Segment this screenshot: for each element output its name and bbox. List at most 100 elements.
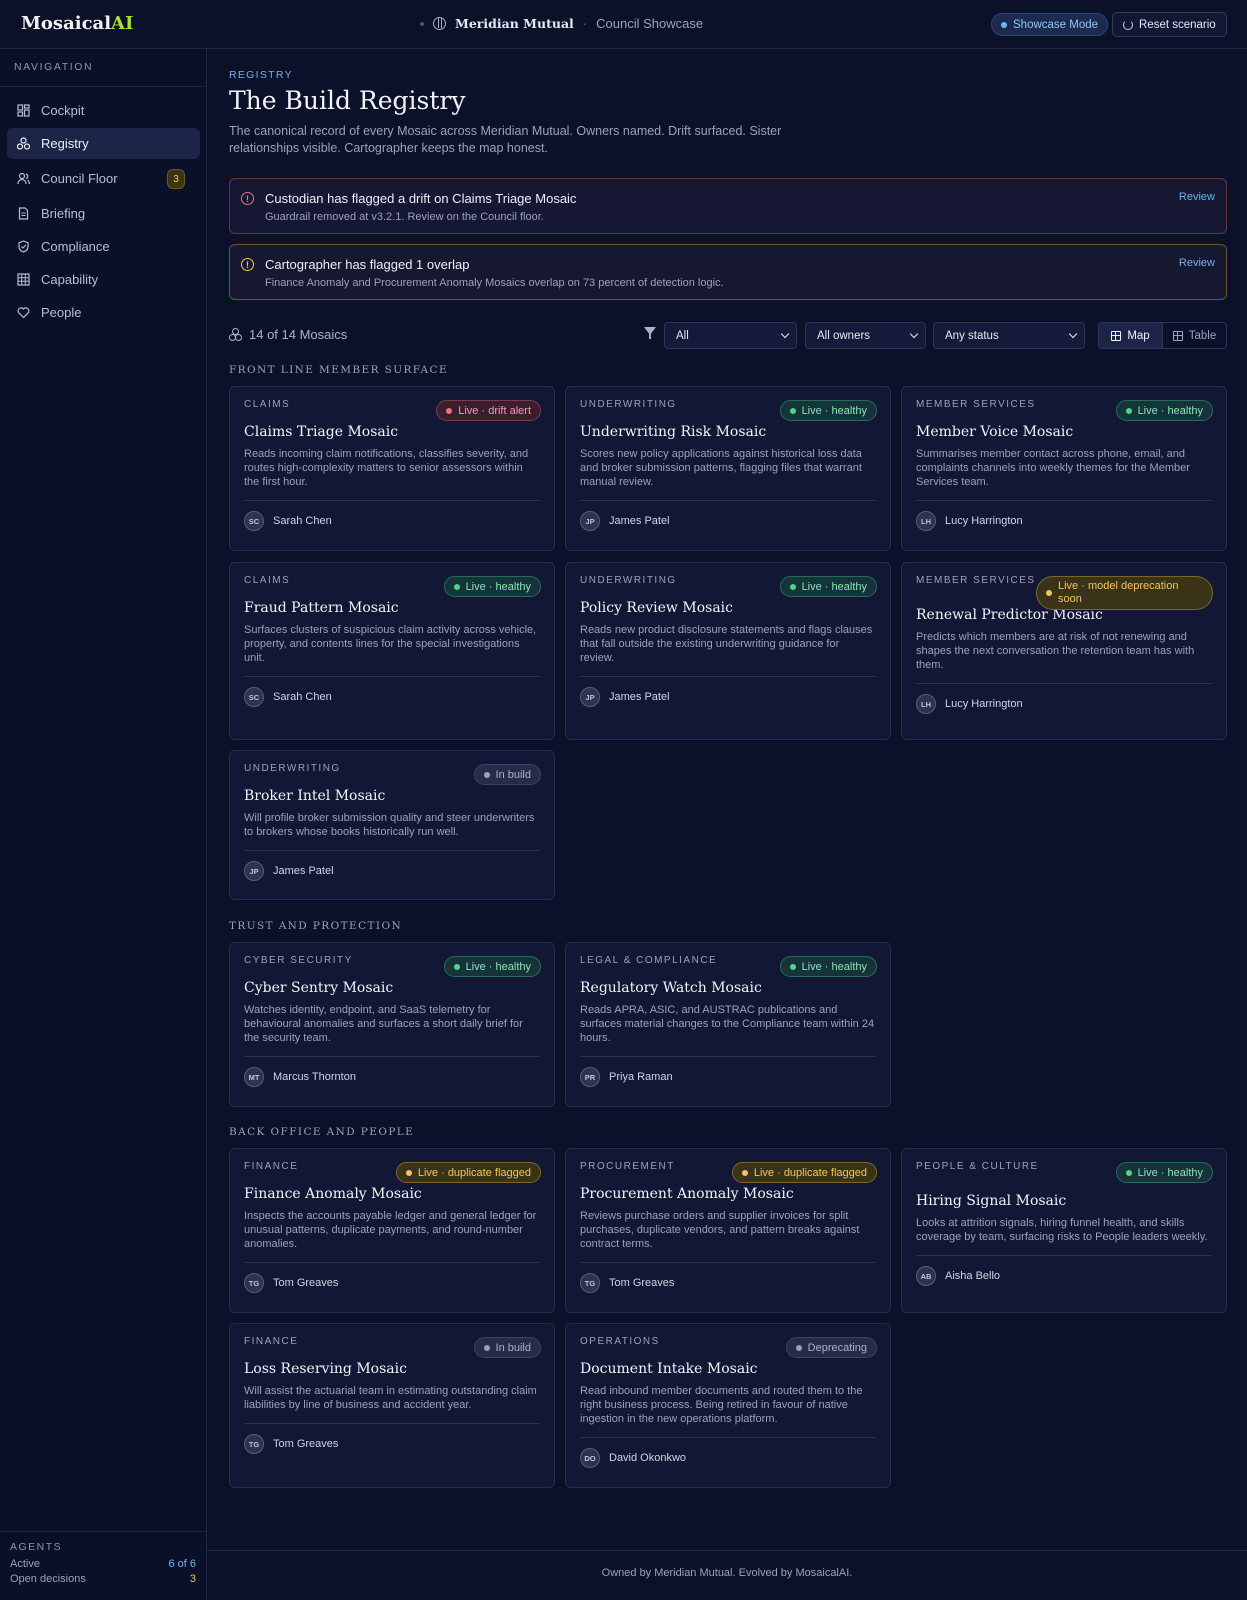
card-title: Finance Anomaly Mosaic [244,1186,422,1202]
mosaic-card[interactable]: CLAIMS Live · healthy Fraud Pattern Mosaic… [229,562,555,740]
page-title: The Build Registry [229,86,466,115]
mosaic-card[interactable]: UNDERWRITING Live · healthy Underwriting R… [565,386,891,551]
card-category: FINANCE [244,1336,299,1347]
mosaic-card[interactable]: LEGAL & COMPLIANCE Live · healthy Regulato… [565,942,891,1107]
mosaic-card[interactable]: PROCUREMENT Live · duplicate flagged Procu… [565,1148,891,1313]
owner-filter-select[interactable]: All owners [805,322,926,349]
sidebar-item-council-floor[interactable]: Council Floor 3 [7,163,200,194]
card-category: OPERATIONS [580,1336,660,1347]
card-owner: LH Lucy Harrington [916,511,1212,531]
card-title: Hiring Signal Mosaic [916,1193,1067,1209]
mosaic-card[interactable]: CYBER SECURITY Live · healthy Cyber Sentry… [229,942,555,1107]
alert-icon: ! [241,192,254,205]
sidebar-item-compliance[interactable]: Compliance [7,231,200,262]
section-heading: FRONT LINE MEMBER SURFACE [229,364,449,376]
status-badge: Live · healthy [1115,400,1213,421]
card-owner: SC Sarah Chen [244,687,540,707]
avatar: JP [244,861,264,881]
status-badge: Live · healthy [1115,1162,1213,1183]
view-toggle: Map Table [1098,322,1227,349]
status-badge: In build [473,764,541,785]
status-dot-icon [453,583,460,590]
grid-icon [1111,330,1122,341]
globe-icon [433,17,446,30]
card-title: Broker Intel Mosaic [244,788,386,804]
chevron-down-icon [1068,329,1078,339]
avatar: TG [244,1273,264,1293]
review-link[interactable]: Review [1179,257,1215,269]
page-kicker: REGISTRY [229,69,293,81]
mosaic-card[interactable]: UNDERWRITING Live · healthy Policy Review … [565,562,891,740]
card-description: Reviews purchase orders and supplier inv… [580,1210,860,1250]
status-dot-icon [483,771,490,778]
agents-active-row: Active 6 of 6 [10,1558,196,1570]
card-description: Will assist the actuarial team in estima… [244,1385,537,1411]
network-icon [17,137,30,150]
status-dot-icon [483,1344,490,1351]
avatar: SC [244,687,264,707]
mosaic-card[interactable]: MEMBER SERVICES Live · healthy Member Voic… [901,386,1227,551]
document-icon [18,207,29,220]
card-title: Cyber Sentry Mosaic [244,980,394,996]
mosaic-card[interactable]: FINANCE Live · duplicate flagged Finance A… [229,1148,555,1313]
mosaic-card[interactable]: UNDERWRITING In build Broker Intel Mosaic W… [229,750,555,900]
card-category: PEOPLE & CULTURE [916,1161,1039,1172]
avatar: LH [916,694,936,714]
avatar: LH [916,511,936,531]
sidebar-item-cockpit[interactable]: Cockpit [7,95,200,126]
card-description: Predicts which members are at risk of no… [916,631,1195,671]
status-dot-icon [741,1169,748,1176]
table-icon [1172,330,1183,341]
warning-icon: ! [241,258,254,271]
sidebar-item-capability[interactable]: Capability [7,264,200,295]
council-count-badge: 3 [167,169,185,189]
status-dot-icon [795,1344,802,1351]
alert-title: Custodian has flagged a drift on Claims … [265,191,577,206]
overlap-alert: ! Cartographer has flagged 1 overlap Fin… [229,244,1227,300]
app-logo[interactable]: MosaicalAI [21,13,133,34]
status-dot-icon [1125,407,1132,414]
mosaic-card[interactable]: PEOPLE & CULTURE Live · healthy Hiring Sig… [901,1148,1227,1313]
status-badge: Deprecating [785,1337,877,1358]
card-description: Reads incoming claim notifications, clas… [244,448,529,488]
status-dot-icon [1001,21,1007,28]
card-title: Procurement Anomaly Mosaic [580,1186,794,1202]
status-dot-icon [453,963,460,970]
card-description: Reads new product disclosure statements … [580,624,873,664]
map-view-button[interactable]: Map [1099,323,1163,348]
card-owner: JP James Patel [244,861,540,881]
breadcrumb: Meridian Mutual · Council Showcase [420,16,703,31]
card-title: Loss Reserving Mosaic [244,1361,407,1377]
card-owner: JP James Patel [580,511,876,531]
reset-scenario-button[interactable]: Reset scenario [1112,12,1227,37]
mosaic-card[interactable]: FINANCE In build Loss Reserving Mosaic Will… [229,1323,555,1488]
network-icon [229,328,242,341]
table-view-button[interactable]: Table [1163,323,1226,348]
mosaic-card[interactable]: MEMBER SERVICES Live · model deprecation … [901,562,1227,740]
domain-filter-select[interactable]: All [664,322,797,349]
card-description: Will profile broker submission quality a… [244,812,535,838]
card-owner: LH Lucy Harrington [916,694,1212,714]
sidebar-item-people[interactable]: People [7,297,200,328]
page-subtitle: The canonical record of every Mosaic acr… [229,124,782,155]
sidebar-item-registry[interactable]: Registry [7,128,200,159]
status-dot-icon [446,407,453,414]
status-badge: Live · healthy [443,576,541,597]
review-link[interactable]: Review [1179,191,1215,203]
card-title: Claims Triage Mosaic [244,424,399,440]
card-owner: AB Aisha Bello [916,1266,1212,1286]
card-title: Regulatory Watch Mosaic [580,980,762,996]
card-description: Read inbound member documents and routed… [580,1385,863,1425]
mosaic-card[interactable]: CLAIMS Live · drift alert Claims Triage Mo… [229,386,555,551]
avatar: TG [244,1434,264,1454]
card-category: LEGAL & COMPLIANCE [580,955,718,966]
avatar: MT [244,1067,264,1087]
showcase-mode-badge[interactable]: Showcase Mode [991,13,1109,36]
footer: Owned by Meridian Mutual. Evolved by Mos… [207,1550,1247,1600]
sidebar-item-briefing[interactable]: Briefing [7,198,200,229]
card-title: Member Voice Mosaic [916,424,1074,440]
card-owner: PR Priya Raman [580,1067,876,1087]
reset-icon [1123,19,1133,30]
mosaic-card[interactable]: OPERATIONS Deprecating Document Intake Mos… [565,1323,891,1488]
status-filter-select[interactable]: Any status [933,322,1085,349]
